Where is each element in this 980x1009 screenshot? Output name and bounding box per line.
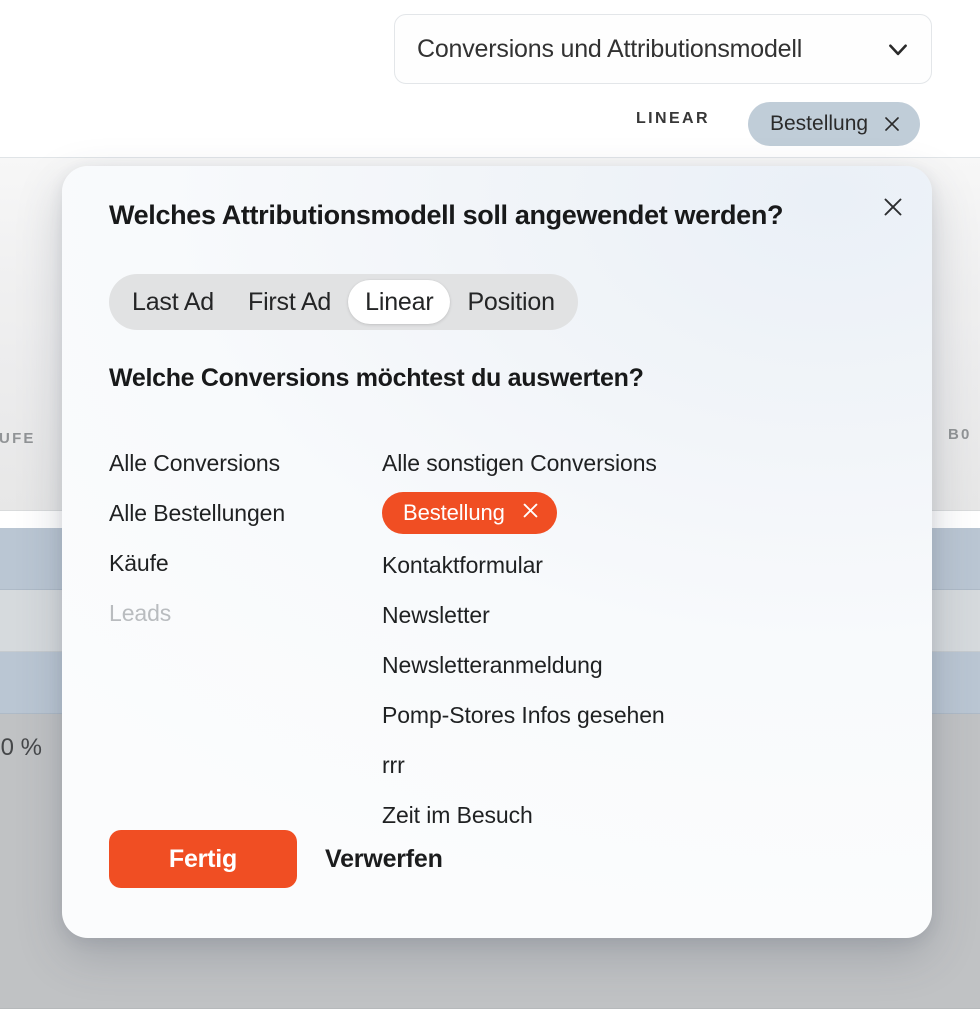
done-button[interactable]: Fertig	[109, 830, 297, 888]
selected-conversion-chip[interactable]: Bestellung	[382, 492, 557, 534]
discard-button[interactable]: Verwerfen	[325, 845, 443, 874]
conversion-groups-column: Alle Conversions Alle Bestellungen Käufe Le…	[109, 438, 359, 638]
conversion-item[interactable]: Zeit im Besuch	[382, 790, 852, 840]
conversion-item[interactable]: Pomp-Stores Infos gesehen	[382, 690, 852, 740]
chip-label: Bestellung	[770, 112, 869, 135]
segment-position[interactable]: Position	[450, 280, 571, 324]
conversion-item[interactable]: Newsletteranmeldung	[382, 640, 852, 690]
chip-label: Bestellung	[403, 500, 505, 525]
table-cell: ,0 %	[0, 734, 43, 761]
conversions-attribution-select[interactable]: Conversions und Attributionsmodell	[394, 14, 932, 84]
close-icon[interactable]	[883, 115, 901, 133]
segment-linear[interactable]: Linear	[348, 280, 451, 324]
conversion-item[interactable]: Alle sonstigen Conversions	[382, 438, 852, 488]
screen: RUFEB0 70 ,0 %,0 %3,5800:01:2650,38 % Co…	[0, 0, 980, 1009]
select-value-label: Conversions und Attributionsmodell	[417, 34, 803, 63]
selected-conversion-chip-row: Bestellung	[382, 488, 852, 540]
attribution-model-badge: LINEAR	[636, 110, 710, 127]
conversion-group-item[interactable]: Alle Conversions	[109, 438, 359, 488]
segment-first-ad[interactable]: First Ad	[231, 280, 348, 324]
table-column-header: B0	[948, 426, 972, 443]
conversion-group-item: Leads	[109, 600, 172, 626]
attribution-model-segmented-control[interactable]: Last Ad First Ad Linear Position	[109, 274, 578, 330]
conversion-items-column: Alle sonstigen Conversions Bestellung Kont…	[382, 438, 852, 840]
dialog-close-button[interactable]	[876, 190, 910, 224]
conversion-item[interactable]: Newsletter	[382, 590, 852, 640]
table-column-header: RUFE	[0, 430, 36, 447]
dialog-footer: Fertig Verwerfen	[109, 830, 443, 888]
close-icon[interactable]	[521, 501, 540, 525]
dialog-subtitle: Welche Conversions möchtest du auswerten…	[109, 364, 644, 392]
selected-conversion-chip[interactable]: Bestellung	[748, 102, 921, 146]
conversion-group-item[interactable]: Alle Bestellungen	[109, 488, 359, 538]
attribution-model-dialog: Welches Attributionsmodell soll angewend…	[62, 166, 932, 938]
conversion-item[interactable]: Kontaktformular	[382, 540, 852, 590]
dialog-title: Welches Attributionsmodell soll angewend…	[109, 200, 784, 230]
segment-last-ad[interactable]: Last Ad	[115, 280, 231, 324]
conversion-group-item[interactable]: Käufe	[109, 538, 359, 588]
conversion-item[interactable]: rrr	[382, 740, 852, 790]
chevron-down-icon	[885, 36, 911, 62]
